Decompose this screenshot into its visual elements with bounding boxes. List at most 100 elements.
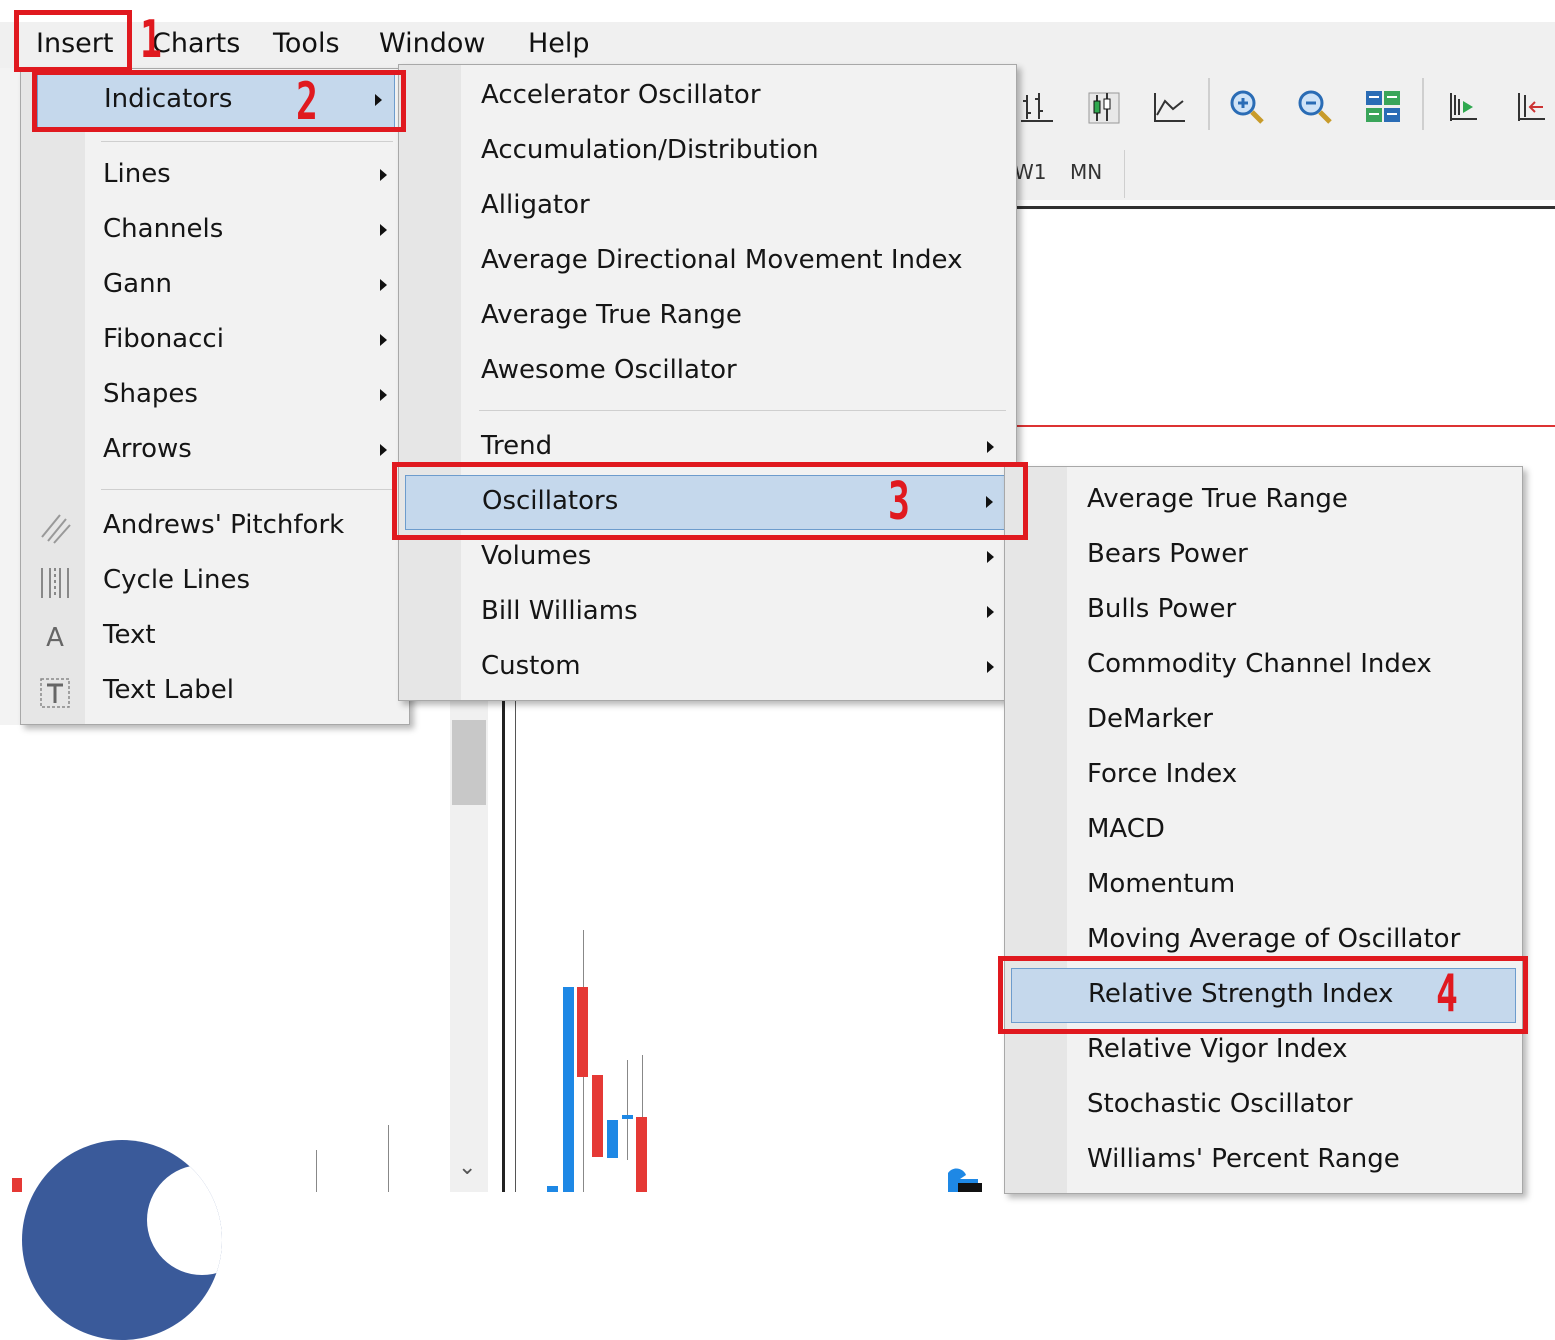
menu-item-cycle-lines[interactable]: Cycle Lines: [21, 555, 409, 610]
menu-item-label: Average True Range: [481, 300, 742, 330]
menu-item-average-true-range[interactable]: Average True Range: [399, 290, 1016, 345]
menu-item-label: Moving Average of Oscillator: [1087, 924, 1461, 954]
menu-item-bulls-power[interactable]: Bulls Power: [1005, 584, 1522, 639]
menu-item-label: Awesome Oscillator: [481, 355, 737, 385]
menu-item-channels[interactable]: Channels: [21, 204, 409, 259]
candle-wick: [316, 1150, 317, 1192]
annotation-number-1: 1: [140, 10, 162, 70]
chart-shift-icon[interactable]: [1440, 84, 1486, 130]
cursor-icon: [944, 1165, 984, 1192]
chart-window-border: [502, 700, 516, 1192]
menu-item-label: Arrows: [103, 434, 192, 464]
menu-item-bears-power[interactable]: Bears Power: [1005, 529, 1522, 584]
submenu-arrow-icon: [380, 279, 387, 291]
menu-item-williams-percent-range[interactable]: Williams' Percent Range: [1005, 1134, 1522, 1189]
menu-item-label: Cycle Lines: [103, 565, 251, 595]
menu-item-arrows[interactable]: Arrows: [21, 424, 409, 479]
menu-item-accumulation-distribution[interactable]: Accumulation/Distribution: [399, 125, 1016, 180]
candle-bull: [547, 1186, 558, 1192]
menu-item-label: Text Label: [103, 675, 234, 705]
menu-separator: [479, 410, 1006, 411]
timeframe-w1[interactable]: W1: [1014, 160, 1047, 184]
candle-bear: [592, 1075, 603, 1157]
menu-item-awesome-oscillator[interactable]: Awesome Oscillator: [399, 345, 1016, 400]
menu-item-stochastic-oscillator[interactable]: Stochastic Oscillator: [1005, 1079, 1522, 1134]
text-icon: A: [46, 623, 64, 653]
menu-item-bill-williams[interactable]: Bill Williams: [399, 586, 1016, 641]
text-label-icon: [35, 673, 75, 713]
line-chart-icon[interactable]: [1146, 84, 1192, 130]
menu-item-momentum[interactable]: Momentum: [1005, 859, 1522, 914]
menu-item-shapes[interactable]: Shapes: [21, 369, 409, 424]
navigator-panel-edge: [0, 68, 22, 728]
menu-item-label: Stochastic Oscillator: [1087, 1089, 1353, 1119]
candle-wick: [388, 1125, 389, 1192]
menu-item-accelerator-oscillator[interactable]: Accelerator Oscillator: [399, 70, 1016, 125]
menu-item-label: Momentum: [1087, 869, 1236, 899]
menu-help[interactable]: Help: [528, 28, 590, 59]
autoscroll-icon[interactable]: [1508, 84, 1554, 130]
menu-item-label: Shapes: [103, 379, 198, 409]
menu-item-label: Gann: [103, 269, 173, 299]
annotation-number-3: 3: [888, 472, 910, 532]
candle-bull: [607, 1120, 618, 1158]
menu-item-label: Bulls Power: [1087, 594, 1237, 624]
scroll-down-icon[interactable]: ⌄: [458, 1155, 476, 1180]
menu-item-label: DeMarker: [1087, 704, 1213, 734]
tile-windows-icon[interactable]: [1360, 84, 1406, 130]
bar-chart-icon[interactable]: [1014, 84, 1060, 130]
menu-item-custom[interactable]: Custom: [399, 641, 1016, 696]
menu-item-label: Bears Power: [1087, 539, 1248, 569]
menu-item-gann[interactable]: Gann: [21, 259, 409, 314]
menu-window[interactable]: Window: [379, 28, 485, 59]
zoom-out-icon[interactable]: [1292, 84, 1338, 130]
menu-item-label: Average Directional Movement Index: [481, 245, 963, 275]
menu-item-label: Accumulation/Distribution: [481, 135, 819, 165]
menu-item-andrews-pitchfork[interactable]: Andrews' Pitchfork: [21, 500, 409, 555]
menu-tools[interactable]: Tools: [273, 28, 340, 59]
submenu-arrow-icon: [380, 224, 387, 236]
menu-item-label: Alligator: [481, 190, 590, 220]
menu-item-lines[interactable]: Lines: [21, 149, 409, 204]
submenu-arrow-icon: [987, 441, 994, 453]
menu-item-label: Trend: [481, 431, 553, 461]
cycle-lines-icon: [35, 563, 75, 603]
timeframe-separator: [1124, 150, 1125, 198]
candle-wick: [627, 1060, 628, 1160]
menu-charts[interactable]: Charts: [152, 28, 240, 59]
menu-item-commodity-channel-index[interactable]: Commodity Channel Index: [1005, 639, 1522, 694]
candle-bear: [12, 1178, 22, 1192]
logo-watermark: [22, 1140, 222, 1340]
candle-bear: [636, 1117, 647, 1192]
annotation-number-2: 2: [296, 72, 318, 132]
submenu-arrow-icon: [380, 169, 387, 181]
menu-item-label: Andrews' Pitchfork: [103, 510, 345, 540]
candlestick-chart-icon[interactable]: [1080, 84, 1126, 130]
menu-item-force-index[interactable]: Force Index: [1005, 749, 1522, 804]
menu-item-macd[interactable]: MACD: [1005, 804, 1522, 859]
menu-item-label: Volumes: [481, 541, 592, 571]
menu-item-osc-average-true-range[interactable]: Average True Range: [1005, 474, 1522, 529]
zoom-in-icon[interactable]: [1224, 84, 1270, 130]
menu-item-fibonacci[interactable]: Fibonacci: [21, 314, 409, 369]
annotation-box-step-2: [32, 70, 406, 132]
menu-item-text-label[interactable]: Text Label: [21, 665, 409, 720]
submenu-arrow-icon: [380, 389, 387, 401]
scrollbar-thumb[interactable]: [452, 720, 486, 805]
menu-item-demarker[interactable]: DeMarker: [1005, 694, 1522, 749]
toolbar-separator: [1422, 78, 1424, 130]
indicators-submenu: Accelerator Oscillator Accumulation/Dist…: [398, 64, 1017, 701]
menu-item-label: MACD: [1087, 814, 1165, 844]
annotation-box-step-1: [14, 10, 132, 72]
submenu-arrow-icon: [380, 444, 387, 456]
menu-item-label: Lines: [103, 159, 171, 189]
submenu-arrow-icon: [987, 606, 994, 618]
menu-item-label: Text: [103, 620, 156, 650]
annotation-box-step-3: [392, 462, 1028, 540]
menu-item-alligator[interactable]: Alligator: [399, 180, 1016, 235]
submenu-arrow-icon: [987, 661, 994, 673]
menu-item-average-directional-movement-index[interactable]: Average Directional Movement Index: [399, 235, 1016, 290]
menu-item-text[interactable]: A Text: [21, 610, 409, 665]
timeframe-mn[interactable]: MN: [1070, 160, 1102, 184]
submenu-arrow-icon: [380, 334, 387, 346]
